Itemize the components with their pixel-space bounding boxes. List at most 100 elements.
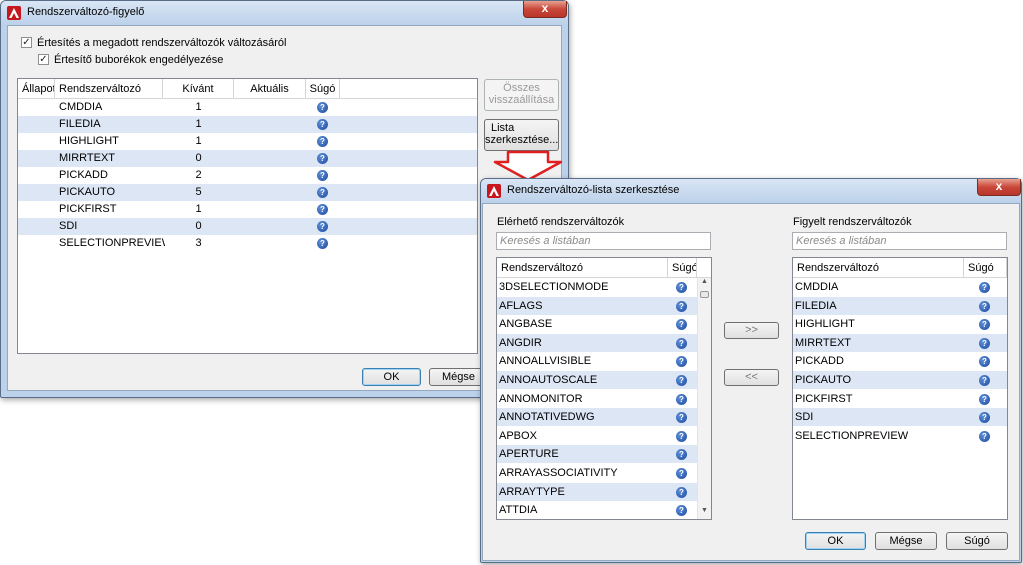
list-item[interactable]: ARRAYASSOCIATIVITY? xyxy=(497,464,697,482)
desired-value[interactable]: 1 xyxy=(163,116,234,133)
available-column-sysvar[interactable]: Rendszerváltozó xyxy=(497,258,668,278)
help-question-icon[interactable]: ? xyxy=(676,468,687,479)
help-question-icon[interactable]: ? xyxy=(979,430,990,442)
table-row[interactable]: MIRRTEXT 0? xyxy=(18,150,477,167)
help-question-icon[interactable]: ? xyxy=(676,486,687,498)
help-question-icon[interactable]: ? xyxy=(676,430,687,442)
desired-value[interactable]: 0 xyxy=(163,150,234,167)
list-item[interactable]: 3DSELECTIONMODE? xyxy=(497,278,697,296)
help-question-icon[interactable]: ? xyxy=(979,356,990,368)
table-row[interactable]: SELECTIONPREVIEW 3? xyxy=(18,235,477,252)
help-question-icon[interactable]: ? xyxy=(317,153,328,164)
scroll-up-arrow-icon[interactable]: ▲ xyxy=(698,278,711,290)
notify-checkbox[interactable]: ✓ xyxy=(21,37,32,48)
watched-search-input[interactable]: Keresés a listában xyxy=(792,232,1007,250)
help-question-icon[interactable]: ? xyxy=(676,412,687,424)
help-question-icon[interactable]: ? xyxy=(676,337,687,349)
list-item[interactable]: MIRRTEXT? xyxy=(793,333,1007,352)
help-question-icon[interactable]: ? xyxy=(676,375,687,386)
column-header-status[interactable]: Állapot xyxy=(18,79,55,99)
list-item[interactable]: SDI? xyxy=(793,408,1007,427)
help-question-icon[interactable]: ? xyxy=(676,319,687,331)
available-scrollbar[interactable]: ▲ ▼ xyxy=(697,278,711,519)
table-row[interactable]: PICKAUTO 5? xyxy=(18,184,477,201)
editor-ok-button[interactable]: OK xyxy=(805,532,866,550)
list-item[interactable]: ANNOMONITOR? xyxy=(497,390,697,408)
edit-list-button[interactable]: Lista szerkesztése... xyxy=(484,119,559,151)
column-header-current[interactable]: Aktuális xyxy=(234,79,306,99)
list-item[interactable]: PICKADD? xyxy=(793,352,1007,370)
desired-value[interactable]: 0 xyxy=(163,218,234,235)
list-item[interactable]: APBOX? xyxy=(497,427,697,445)
scroll-thumb[interactable] xyxy=(700,291,709,298)
desired-value[interactable]: 2 xyxy=(163,167,234,184)
column-header-sysvar[interactable]: Rendszerváltozó xyxy=(55,79,163,99)
list-item[interactable]: ANNOAUTOSCALE? xyxy=(497,371,697,389)
help-question-icon[interactable]: ? xyxy=(317,102,328,113)
editor-close-button[interactable]: x xyxy=(977,179,1021,196)
desired-value[interactable]: 3 xyxy=(163,235,234,252)
remove-from-watched-button[interactable]: << xyxy=(724,369,779,386)
list-item[interactable]: ARRAYTYPE? xyxy=(497,482,697,501)
title-bar[interactable]: Rendszerváltozó-figyelő x xyxy=(1,1,568,25)
column-header-help[interactable]: Súgó xyxy=(306,79,340,99)
help-question-icon[interactable]: ? xyxy=(676,356,687,368)
help-question-icon[interactable]: ? xyxy=(979,412,990,424)
watched-column-sysvar[interactable]: Rendszerváltozó xyxy=(793,258,964,278)
table-row[interactable]: HIGHLIGHT 1? xyxy=(18,133,477,150)
help-question-icon[interactable]: ? xyxy=(979,282,990,293)
editor-help-button[interactable]: Súgó xyxy=(946,532,1008,550)
table-row[interactable]: SDI 0? xyxy=(18,218,477,235)
help-question-icon[interactable]: ? xyxy=(979,375,990,386)
list-item[interactable]: ATTDIA? xyxy=(497,501,697,519)
list-item[interactable]: PICKFIRST? xyxy=(793,390,1007,408)
reset-all-button[interactable]: Összes visszaállítása xyxy=(484,79,559,111)
help-question-icon[interactable]: ? xyxy=(676,393,687,405)
help-question-icon[interactable]: ? xyxy=(317,136,328,147)
table-row[interactable]: PICKADD 2? xyxy=(18,167,477,184)
table-row[interactable]: PICKFIRST 1? xyxy=(18,201,477,218)
help-question-icon[interactable]: ? xyxy=(317,170,328,181)
list-item[interactable]: ANNOALLVISIBLE? xyxy=(497,352,697,370)
column-header-desired[interactable]: Kívánt xyxy=(163,79,234,99)
editor-title-bar[interactable]: Rendszerváltozó-lista szerkesztése x xyxy=(481,179,1021,203)
help-question-icon[interactable]: ? xyxy=(979,393,990,405)
table-row[interactable]: CMDDIA 1? xyxy=(18,99,477,116)
help-question-icon[interactable]: ? xyxy=(317,204,328,215)
help-question-icon[interactable]: ? xyxy=(317,187,328,198)
available-column-help[interactable]: Súgó xyxy=(668,258,697,278)
help-question-icon[interactable]: ? xyxy=(676,282,687,293)
list-item[interactable]: SELECTIONPREVIEW? xyxy=(793,427,1007,445)
list-item[interactable]: ANNOTATIVEDWG? xyxy=(497,408,697,427)
help-question-icon[interactable]: ? xyxy=(317,221,328,232)
list-item[interactable]: HIGHLIGHT? xyxy=(793,315,1007,333)
list-item[interactable]: PICKAUTO? xyxy=(793,371,1007,389)
available-search-input[interactable]: Keresés a listában xyxy=(496,232,711,250)
scroll-down-arrow-icon[interactable]: ▼ xyxy=(698,507,711,519)
help-question-icon[interactable]: ? xyxy=(676,300,687,312)
help-question-icon[interactable]: ? xyxy=(676,449,687,461)
table-row[interactable]: FILEDIA 1? xyxy=(18,116,477,133)
desired-value[interactable]: 1 xyxy=(163,133,234,150)
list-item[interactable]: CMDDIA? xyxy=(793,278,1007,296)
balloon-checkbox[interactable]: ✓ xyxy=(38,54,49,65)
ok-button[interactable]: OK xyxy=(362,368,421,386)
watched-column-help[interactable]: Súgó xyxy=(964,258,1007,278)
desired-value[interactable]: 5 xyxy=(163,184,234,201)
list-item[interactable]: ANGBASE? xyxy=(497,315,697,333)
editor-cancel-button[interactable]: Mégse xyxy=(875,532,937,550)
help-question-icon[interactable]: ? xyxy=(317,119,328,130)
list-item[interactable]: ANGDIR? xyxy=(497,333,697,352)
close-button[interactable]: x xyxy=(523,1,567,18)
add-to-watched-button[interactable]: >> xyxy=(724,322,779,339)
help-question-icon[interactable]: ? xyxy=(979,300,990,312)
help-question-icon[interactable]: ? xyxy=(317,238,328,249)
desired-value[interactable]: 1 xyxy=(163,201,234,218)
help-question-icon[interactable]: ? xyxy=(676,505,687,517)
list-item[interactable]: AFLAGS? xyxy=(497,296,697,315)
list-item[interactable]: FILEDIA? xyxy=(793,296,1007,315)
help-question-icon[interactable]: ? xyxy=(979,337,990,349)
desired-value[interactable]: 1 xyxy=(163,99,234,116)
list-item[interactable]: APERTURE? xyxy=(497,445,697,464)
help-question-icon[interactable]: ? xyxy=(979,319,990,331)
